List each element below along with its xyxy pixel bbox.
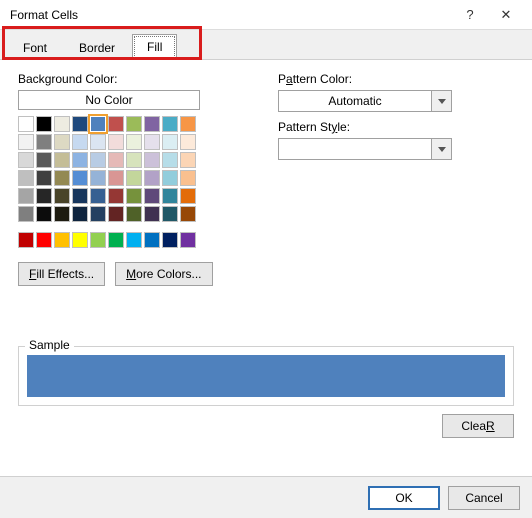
- color-swatch[interactable]: [36, 116, 52, 132]
- pattern-color-label: Pattern Color:: [278, 72, 514, 86]
- color-swatch[interactable]: [180, 152, 196, 168]
- color-swatch[interactable]: [36, 188, 52, 204]
- color-swatch[interactable]: [144, 116, 160, 132]
- color-swatch[interactable]: [90, 134, 106, 150]
- color-swatch[interactable]: [126, 206, 142, 222]
- close-button[interactable]: ✕: [488, 1, 524, 29]
- color-swatch[interactable]: [54, 116, 70, 132]
- dialog-footer: OK Cancel: [0, 476, 532, 518]
- color-swatch[interactable]: [36, 134, 52, 150]
- color-swatch[interactable]: [18, 206, 34, 222]
- sample-legend: Sample: [25, 338, 74, 352]
- clear-button[interactable]: CleaR: [442, 414, 514, 438]
- color-swatch[interactable]: [72, 116, 88, 132]
- color-swatch[interactable]: [144, 188, 160, 204]
- color-swatch[interactable]: [18, 188, 34, 204]
- color-swatch[interactable]: [180, 232, 196, 248]
- pattern-style-dropdown[interactable]: [278, 138, 452, 160]
- color-swatch[interactable]: [18, 134, 34, 150]
- color-swatch[interactable]: [18, 232, 34, 248]
- color-swatch[interactable]: [108, 116, 124, 132]
- color-swatch[interactable]: [72, 170, 88, 186]
- color-swatch[interactable]: [54, 188, 70, 204]
- cancel-button[interactable]: Cancel: [448, 486, 520, 510]
- color-swatch[interactable]: [90, 116, 106, 132]
- color-swatch[interactable]: [90, 152, 106, 168]
- background-color-label: Background Color:: [18, 72, 238, 86]
- color-swatch[interactable]: [108, 206, 124, 222]
- fill-effects-button[interactable]: Fill Effects...: [18, 262, 105, 286]
- color-swatch[interactable]: [126, 232, 142, 248]
- color-swatch[interactable]: [144, 152, 160, 168]
- color-swatch[interactable]: [144, 232, 160, 248]
- titlebar: Format Cells ? ✕: [0, 0, 532, 30]
- color-swatch[interactable]: [162, 134, 178, 150]
- color-swatch[interactable]: [72, 232, 88, 248]
- color-swatch[interactable]: [18, 116, 34, 132]
- color-swatch[interactable]: [162, 116, 178, 132]
- tab-fill[interactable]: Fill: [132, 34, 177, 60]
- color-swatch[interactable]: [54, 232, 70, 248]
- sample-swatch: [27, 355, 505, 397]
- color-swatch[interactable]: [72, 188, 88, 204]
- color-swatch[interactable]: [162, 206, 178, 222]
- color-swatch[interactable]: [54, 206, 70, 222]
- color-swatch[interactable]: [126, 188, 142, 204]
- color-swatch[interactable]: [108, 188, 124, 204]
- pattern-color-dropdown[interactable]: Automatic: [278, 90, 452, 112]
- color-swatch[interactable]: [180, 116, 196, 132]
- theme-color-palette: [18, 116, 200, 222]
- color-swatch[interactable]: [72, 206, 88, 222]
- color-swatch[interactable]: [180, 134, 196, 150]
- color-swatch[interactable]: [162, 170, 178, 186]
- chevron-down-icon: [431, 139, 451, 159]
- color-swatch[interactable]: [144, 206, 160, 222]
- sample-fieldset: Sample: [18, 346, 514, 406]
- color-swatch[interactable]: [72, 152, 88, 168]
- color-swatch[interactable]: [162, 152, 178, 168]
- more-colors-button[interactable]: More Colors...: [115, 262, 212, 286]
- ok-button[interactable]: OK: [368, 486, 440, 510]
- color-swatch[interactable]: [54, 152, 70, 168]
- tab-font[interactable]: Font: [8, 35, 62, 60]
- color-swatch[interactable]: [36, 152, 52, 168]
- tab-border[interactable]: Border: [64, 35, 130, 60]
- pattern-color-value: Automatic: [279, 91, 431, 111]
- color-swatch[interactable]: [108, 170, 124, 186]
- help-button[interactable]: ?: [452, 1, 488, 29]
- color-swatch[interactable]: [36, 232, 52, 248]
- color-swatch[interactable]: [108, 152, 124, 168]
- color-swatch[interactable]: [108, 232, 124, 248]
- pattern-style-value: [279, 139, 431, 159]
- color-swatch[interactable]: [180, 170, 196, 186]
- color-swatch[interactable]: [54, 134, 70, 150]
- color-swatch[interactable]: [18, 152, 34, 168]
- chevron-down-icon: [431, 91, 451, 111]
- color-swatch[interactable]: [36, 170, 52, 186]
- color-swatch[interactable]: [90, 188, 106, 204]
- color-swatch[interactable]: [54, 170, 70, 186]
- color-swatch[interactable]: [126, 116, 142, 132]
- standard-color-palette: [18, 232, 200, 248]
- color-swatch[interactable]: [126, 170, 142, 186]
- color-swatch[interactable]: [162, 188, 178, 204]
- color-swatch[interactable]: [108, 134, 124, 150]
- window-title: Format Cells: [10, 8, 452, 22]
- no-color-button[interactable]: No Color: [18, 90, 200, 110]
- color-swatch[interactable]: [72, 134, 88, 150]
- color-swatch[interactable]: [180, 188, 196, 204]
- color-swatch[interactable]: [144, 134, 160, 150]
- tab-strip: Font Border Fill: [0, 30, 532, 60]
- color-swatch[interactable]: [90, 206, 106, 222]
- color-swatch[interactable]: [36, 206, 52, 222]
- color-swatch[interactable]: [126, 152, 142, 168]
- color-swatch[interactable]: [180, 206, 196, 222]
- color-swatch[interactable]: [162, 232, 178, 248]
- color-swatch[interactable]: [90, 170, 106, 186]
- color-swatch[interactable]: [126, 134, 142, 150]
- color-swatch[interactable]: [144, 170, 160, 186]
- pattern-style-label: Pattern Style:: [278, 120, 514, 134]
- color-swatch[interactable]: [18, 170, 34, 186]
- color-swatch[interactable]: [90, 232, 106, 248]
